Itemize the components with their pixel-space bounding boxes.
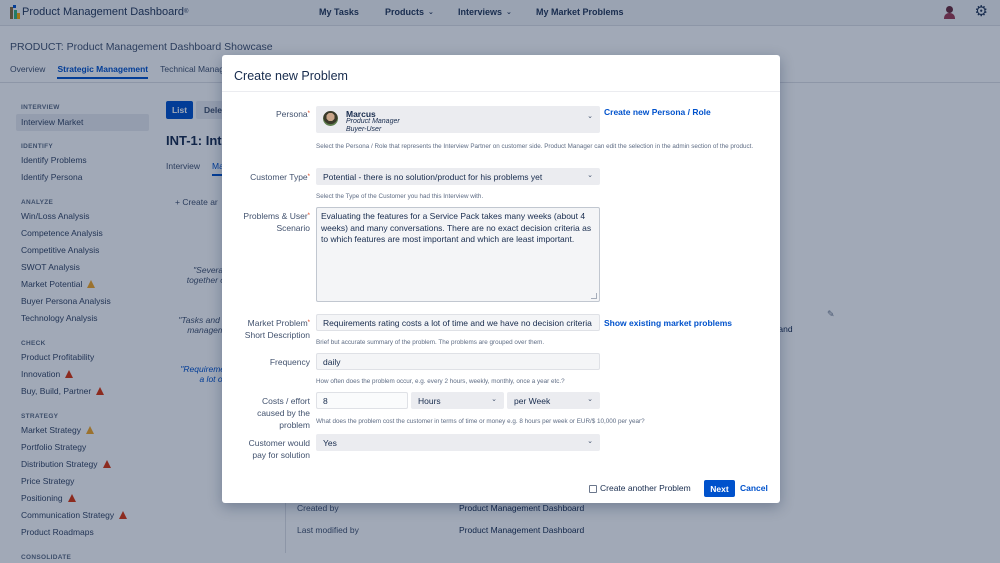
next-button[interactable]: Next [704,480,735,497]
pay-for-solution-select[interactable]: Yes ⌄ [316,434,600,451]
problems-scenario-textarea[interactable]: Evaluating the features for a Service Pa… [316,207,600,302]
costs-period-select[interactable]: per Week ⌄ [507,392,600,409]
chevron-down-icon: ⌄ [587,438,593,445]
persona-avatar [323,111,338,126]
pay-for-solution-value: Yes [323,437,337,448]
dialog-title-divider [222,91,780,92]
persona-select[interactable]: Marcus Product Manager Buyer-User ⌄ [316,106,600,133]
frequency-value: daily [323,356,341,367]
chevron-down-icon: ⌄ [491,396,497,403]
market-problem-label: Market Problem* Short Description [244,318,310,340]
frequency-input[interactable]: daily [316,353,600,370]
costs-amount-value: 8 [323,395,328,406]
persona-role: Product Manager Buyer-User [346,118,400,133]
market-problem-value: Requirements rating costs a lot of time … [323,317,592,328]
costs-amount-input[interactable]: 8 [316,392,408,409]
market-problem-input[interactable]: Requirements rating costs a lot of time … [316,314,600,331]
frequency-label: Frequency [269,357,310,367]
frequency-help-text: How often does the problem occur, e.g. e… [316,378,565,385]
costs-label: Costs / effort caused by the problem [257,396,310,430]
problems-scenario-label: Problems & User* Scenario [243,211,310,233]
persona-help-text: Select the Persona / Role that represent… [316,143,754,150]
problems-scenario-value: Evaluating the features for a Service Pa… [321,211,592,244]
create-another-checkbox[interactable] [589,485,597,493]
chevron-down-icon: ⌄ [587,113,593,120]
costs-help-text: What does the problem cost the customer … [316,418,645,425]
market-problem-help-text: Brief but accurate summary of the proble… [316,339,545,346]
customer-type-value: Potential - there is no solution/product… [323,171,543,182]
create-another-label[interactable]: Create another Problem [600,483,691,493]
dialog-title: Create new Problem [234,69,348,83]
show-existing-market-problems-link[interactable]: Show existing market problems [604,318,732,328]
create-problem-dialog: Create new Problem Persona* Marcus Produ… [222,55,780,503]
costs-unit-value: Hours [418,395,441,406]
costs-period-value: per Week [514,395,551,406]
chevron-down-icon: ⌄ [587,172,593,179]
costs-unit-select[interactable]: Hours ⌄ [411,392,504,409]
persona-label: Persona* [275,109,310,119]
customer-type-label: Customer Type* [250,172,310,182]
create-new-persona-link[interactable]: Create new Persona / Role [604,107,711,117]
chevron-down-icon: ⌄ [587,396,593,403]
cancel-button[interactable]: Cancel [740,483,768,493]
resize-handle-icon[interactable] [591,293,597,299]
pay-for-solution-label: Customer would pay for solution [248,438,310,460]
customer-type-help-text: Select the Type of the Customer you had … [316,193,484,200]
customer-type-select[interactable]: Potential - there is no solution/product… [316,168,600,185]
